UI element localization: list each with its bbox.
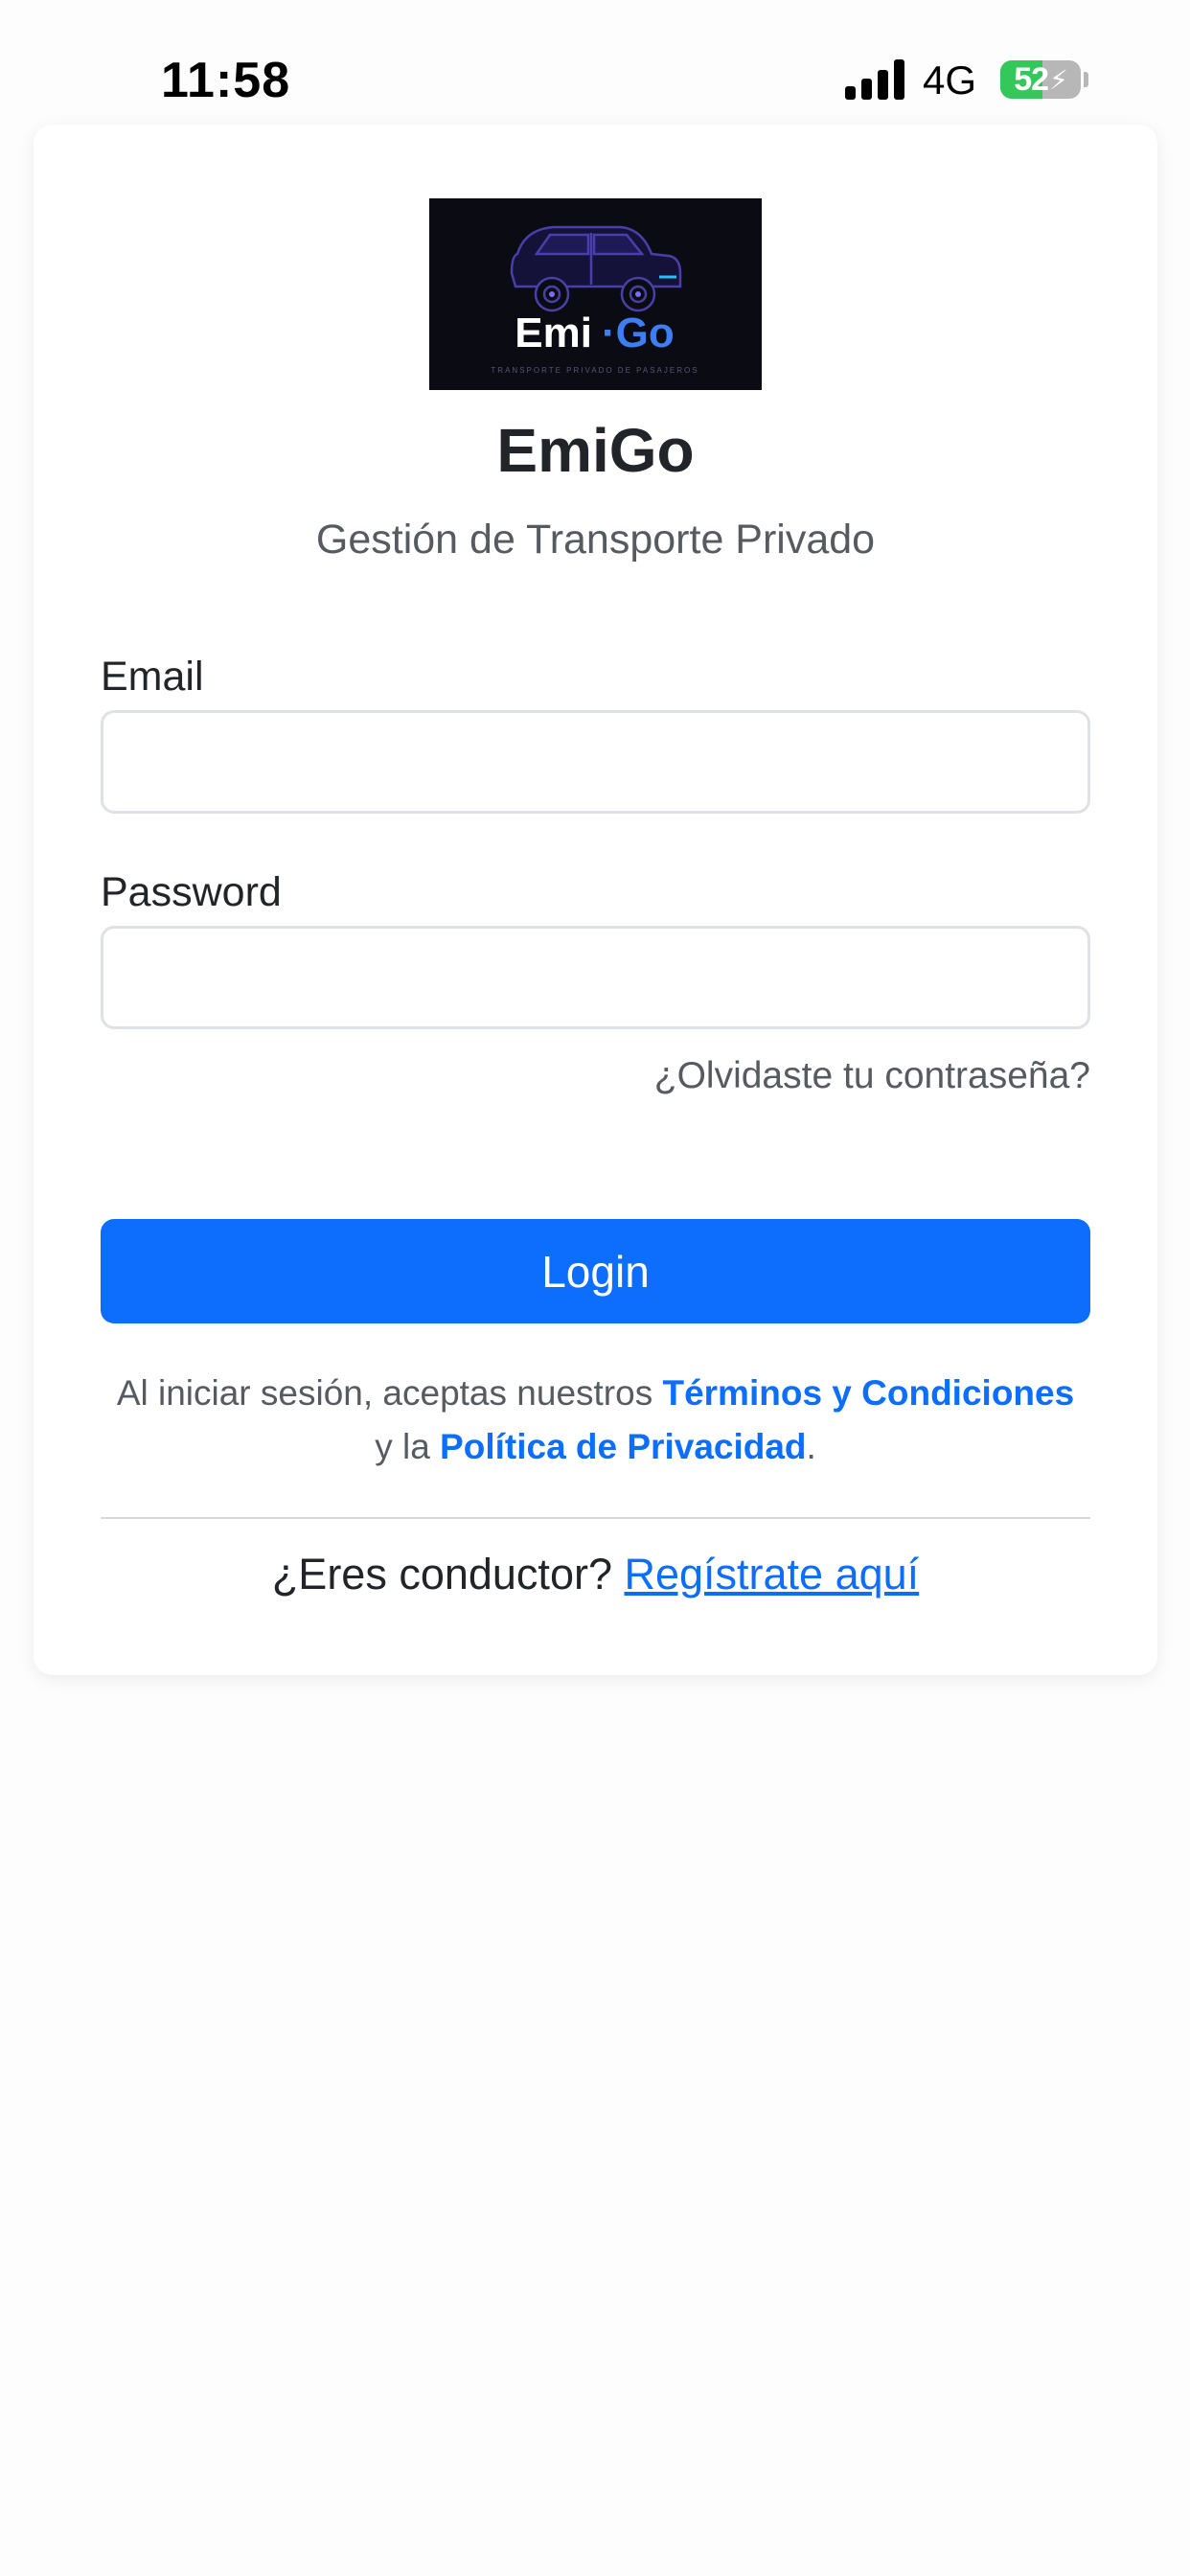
emigo-logo: Emi ·Go TRANSPORTE PRIVADO DE PASAJEROS <box>429 198 762 390</box>
battery-percent-label: 52 <box>1014 60 1049 98</box>
login-card: Emi ·Go TRANSPORTE PRIVADO DE PASAJEROS … <box>34 125 1157 1675</box>
terms-middle-text: y la <box>375 1427 441 1466</box>
network-type-label: 4G <box>923 58 977 103</box>
cellular-signal-icon <box>845 59 904 100</box>
password-field[interactable] <box>101 926 1090 1029</box>
email-field[interactable] <box>101 710 1090 814</box>
email-label: Email <box>101 654 204 700</box>
driver-register-row: ¿Eres conductor? Regístrate aquí <box>34 1546 1157 1603</box>
terms-suffix-text: . <box>806 1427 816 1466</box>
battery-charging-icon: 52 ⚡ <box>1000 60 1081 99</box>
battery-tip <box>1084 72 1088 87</box>
logo-word-primary: Emi <box>515 310 592 356</box>
status-bar: 11:58 4G 52 ⚡ <box>0 0 1190 144</box>
forgot-password-link[interactable]: ¿Olvidaste tu contraseña? <box>654 1052 1090 1100</box>
driver-register-link[interactable]: Regístrate aquí <box>624 1550 919 1598</box>
divider <box>101 1517 1090 1519</box>
terms-link[interactable]: Términos y Condiciones <box>662 1373 1074 1413</box>
logo-tagline: TRANSPORTE PRIVADO DE PASAJEROS <box>491 366 698 375</box>
terms-notice: Al iniciar sesión, aceptas nuestros Térm… <box>72 1367 1119 1474</box>
terms-prefix-text: Al iniciar sesión, aceptas nuestros <box>116 1373 663 1413</box>
charging-bolt-icon: ⚡ <box>1049 64 1068 95</box>
driver-question-text: ¿Eres conductor? <box>271 1550 625 1598</box>
car-icon <box>510 225 682 312</box>
login-button[interactable]: Login <box>101 1219 1090 1323</box>
privacy-policy-link[interactable]: Política de Privacidad <box>440 1427 806 1466</box>
app-title: EmiGo <box>496 416 695 485</box>
logo-word-secondary: ·Go <box>602 310 675 356</box>
password-label: Password <box>101 869 282 915</box>
status-time: 11:58 <box>161 53 291 108</box>
app-subtitle: Gestión de Transporte Privado <box>315 517 876 563</box>
